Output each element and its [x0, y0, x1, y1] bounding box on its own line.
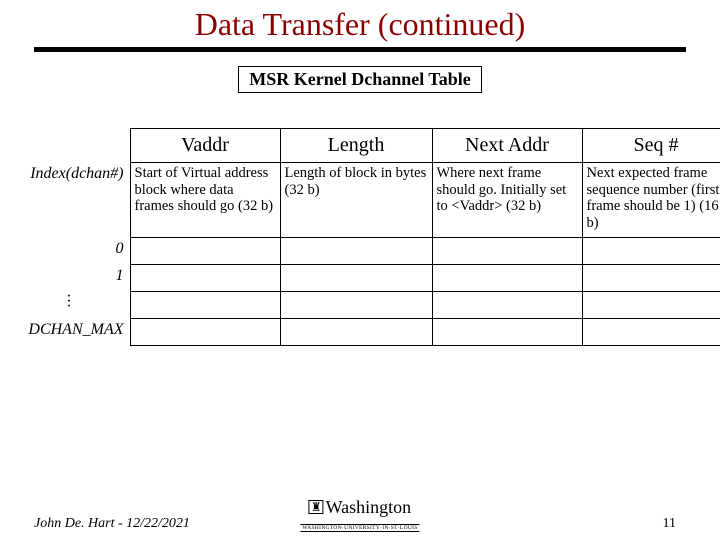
table-cell: [130, 265, 280, 292]
desc-vaddr: Start of Virtual address block where dat…: [130, 163, 280, 238]
dchannel-table: Vaddr Length Next Addr Seq # Index(dchan…: [10, 128, 710, 346]
table-cell: [582, 292, 720, 319]
col-head-seq: Seq #: [582, 129, 720, 163]
footer-logo-main: Washington: [326, 497, 412, 517]
row-index-0: 0: [10, 238, 130, 265]
table-cell: [130, 319, 280, 346]
table-caption: MSR Kernel Dchannel Table: [238, 66, 482, 93]
title-underline: [34, 47, 686, 52]
table-cell: [280, 265, 432, 292]
table-cell: [432, 319, 582, 346]
row-index-ellipsis: ···: [10, 292, 130, 319]
desc-nextaddr: Where next frame should go. Initially se…: [432, 163, 582, 238]
col-head-length: Length: [280, 129, 432, 163]
table-cell: [432, 238, 582, 265]
index-label: Index(dchan#): [10, 163, 130, 238]
desc-seq: Next expected frame sequence number (fir…: [582, 163, 720, 238]
slide-title: Data Transfer (continued): [0, 6, 720, 43]
table-cell: [280, 319, 432, 346]
footer-logo-sub: WASHINGTON·UNIVERSITY·IN·ST·LOUIS: [300, 524, 419, 532]
table-cell: [582, 238, 720, 265]
table-cell: [432, 265, 582, 292]
page-number: 11: [663, 516, 676, 532]
table-cell: [582, 265, 720, 292]
row-index-max: DCHAN_MAX: [10, 319, 130, 346]
col-head-nextaddr: Next Addr: [432, 129, 582, 163]
table-cell: [432, 292, 582, 319]
col-head-vaddr: Vaddr: [130, 129, 280, 163]
index-header-blank: [10, 129, 130, 163]
desc-length: Length of block in bytes (32 b): [280, 163, 432, 238]
table-cell: [130, 292, 280, 319]
footer-logo: ♜Washington WASHINGTON·UNIVERSITY·IN·ST·…: [300, 497, 419, 534]
table-cell: [130, 238, 280, 265]
table-cell: [280, 238, 432, 265]
table-cell: [582, 319, 720, 346]
footer-author-date: John De. Hart - 12/22/2021: [34, 516, 190, 532]
vertical-ellipsis-icon: ···: [67, 294, 71, 309]
table-cell: [280, 292, 432, 319]
shield-icon: ♜: [309, 500, 324, 514]
